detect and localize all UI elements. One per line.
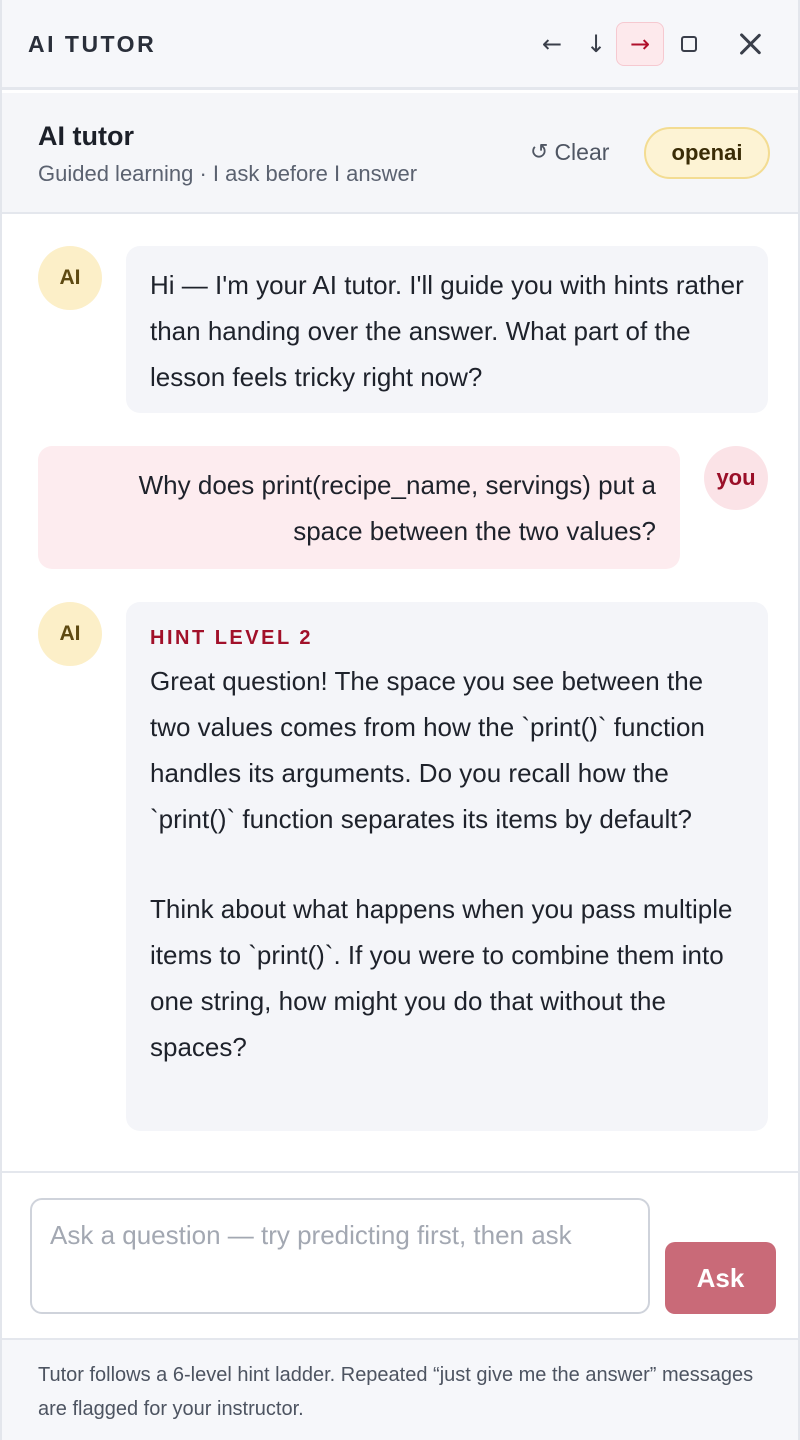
tutor-header: AI tutor Guided learning · I ask before … [2, 93, 798, 214]
hint-paragraph: Great question! The space you see betwee… [150, 666, 705, 834]
message-text: Hi — I'm your AI tutor. I'll guide you w… [150, 270, 744, 392]
window-titlebar: AI TUTOR ← ↓ → [2, 0, 798, 90]
ai-avatar: AI [38, 246, 102, 310]
user-message: Why does print(recipe_name, servings) pu… [38, 446, 680, 569]
clear-button[interactable]: ↺ Clear [530, 139, 609, 166]
provider-badge[interactable]: openai [644, 127, 770, 179]
arrow-left-icon: ← [541, 30, 563, 58]
tutor-title: AI tutor [38, 121, 134, 151]
message-text: Why does print(recipe_name, servings) pu… [138, 470, 656, 546]
user-avatar: you [704, 446, 768, 510]
footer-notice: Tutor follows a 6-level hint ladder. Rep… [2, 1338, 798, 1440]
close-icon [738, 32, 762, 56]
ai-tutor-panel: AI TUTOR ← ↓ → AI tutor Guided learning … [0, 0, 800, 1440]
hint-paragraph: Think about what happens when you pass m… [150, 894, 733, 1062]
ask-button[interactable]: Ask [665, 1242, 776, 1314]
assistant-hint-message: HINT LEVEL 2 Great question! The space y… [126, 602, 768, 1131]
ai-avatar: AI [38, 602, 102, 666]
dock-bottom-button[interactable]: ↓ [572, 22, 620, 66]
reset-icon: ↺ [530, 140, 549, 165]
question-input[interactable] [30, 1198, 650, 1314]
maximize-button[interactable] [665, 22, 713, 66]
assistant-message: Hi — I'm your AI tutor. I'll guide you w… [126, 246, 768, 413]
hint-level-label: HINT LEVEL 2 [150, 627, 313, 649]
dock-left-button[interactable]: ← [528, 22, 576, 66]
tutor-subtitle: Guided learning · I ask before I answer [38, 161, 418, 186]
composer-divider [2, 1171, 798, 1173]
close-button[interactable] [726, 22, 774, 66]
maximize-icon [681, 36, 697, 52]
window-title: AI TUTOR [28, 31, 157, 57]
hint-ladder-notice: Tutor follows a 6-level hint ladder. Rep… [38, 1364, 754, 1420]
clear-label: Clear [554, 139, 610, 165]
arrow-right-icon: → [629, 30, 651, 58]
dock-right-button[interactable]: → [616, 22, 664, 66]
arrow-down-icon: ↓ [585, 30, 607, 58]
